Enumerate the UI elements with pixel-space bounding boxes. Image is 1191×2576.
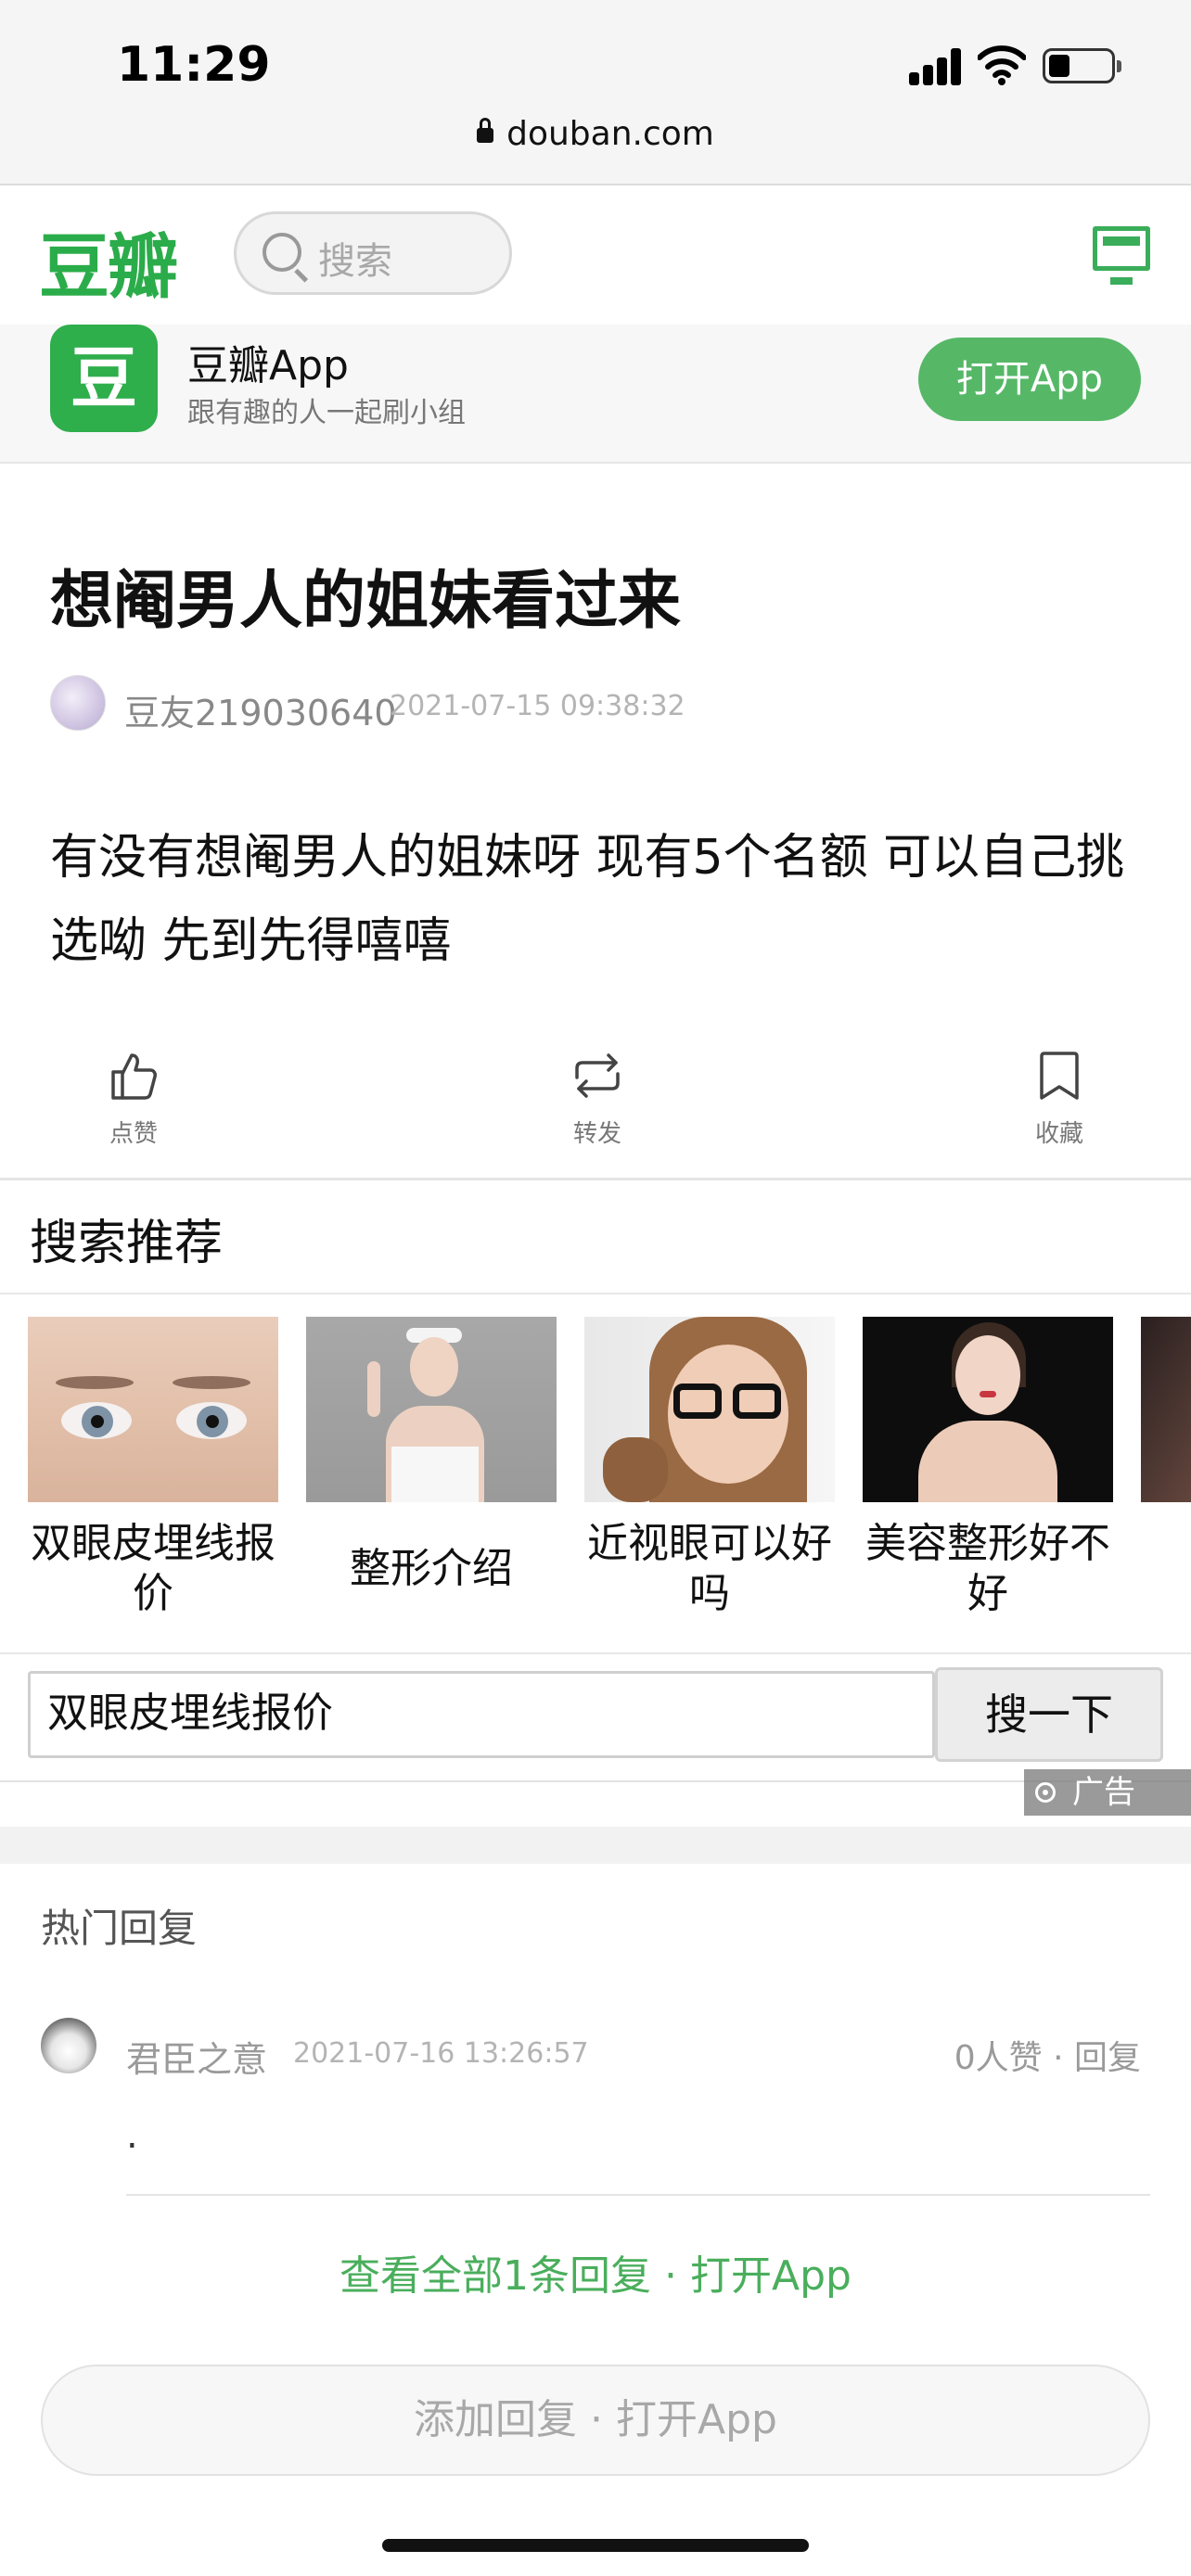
open-app-button[interactable]: 打开App bbox=[918, 338, 1141, 421]
search-input[interactable]: 搜索 bbox=[234, 211, 512, 295]
cellular-signal-icon bbox=[909, 48, 963, 85]
recommend-card[interactable]: 整形介绍 bbox=[306, 1317, 557, 1621]
recommend-caption: 近视眼可以好吗 bbox=[587, 1520, 832, 1617]
like-label: 点赞 bbox=[109, 1120, 158, 1148]
post-body: 有没有想阉男人的姐妹呀 现有5个名额 可以自己挑选呦 先到先得嘻嘻 bbox=[50, 830, 1125, 969]
recommend-card[interactable]: 双眼皮埋线报价 bbox=[28, 1317, 278, 1621]
search-submit-button[interactable]: 搜一下 bbox=[935, 1667, 1163, 1762]
reply-time: 2021-07-16 13:26:57 bbox=[293, 2037, 589, 2070]
home-indicator[interactable] bbox=[382, 2539, 809, 2552]
app-download-banner: 豆 豆瓣App 跟有趣的人一起刷小组 打开App bbox=[0, 325, 1191, 464]
recommend-card[interactable] bbox=[1141, 1317, 1191, 1502]
recommend-card[interactable]: 近视眼可以好吗 bbox=[584, 1317, 835, 1621]
reply-body: . bbox=[126, 2114, 138, 2157]
thumbs-up-icon bbox=[111, 1053, 157, 1100]
recommend-card[interactable]: 美容整形好不好 bbox=[863, 1317, 1113, 1621]
douban-app-icon: 豆 bbox=[50, 325, 158, 432]
status-bar: 11:29 douban.com bbox=[0, 0, 1191, 185]
wifi-icon bbox=[978, 45, 1026, 85]
search-recommend-carousel[interactable]: 双眼皮埋线报价 整形介绍 近视眼可以好吗 美容整形好不好 bbox=[0, 1317, 1191, 1623]
reply-avatar[interactable] bbox=[41, 2018, 96, 2073]
battery-icon bbox=[1043, 48, 1121, 83]
url-text: douban.com bbox=[506, 115, 714, 153]
app-tagline: 跟有趣的人一起刷小组 bbox=[187, 397, 466, 429]
like-button[interactable]: 点赞 bbox=[78, 1048, 189, 1149]
woman-portrait-image bbox=[306, 1317, 557, 1502]
app-name: 豆瓣App bbox=[187, 342, 349, 389]
view-all-replies-link[interactable]: 查看全部1条回复 · 打开App bbox=[0, 2242, 1191, 2302]
divider bbox=[0, 1178, 1191, 1180]
divider bbox=[126, 2194, 1150, 2196]
reply-author[interactable]: 君臣之意 bbox=[126, 2031, 267, 2082]
recommend-caption: 双眼皮埋线报价 bbox=[31, 1520, 275, 1617]
douban-logo[interactable]: 豆瓣 bbox=[39, 210, 178, 312]
repost-label: 转发 bbox=[572, 1120, 621, 1148]
hot-replies-title: 热门回复 bbox=[41, 1906, 198, 1951]
search-icon bbox=[263, 233, 301, 272]
author-avatar[interactable] bbox=[50, 675, 106, 731]
reply-like-reply-link[interactable]: 0人赞 · 回复 bbox=[954, 2031, 1141, 2079]
post-actions: 点赞 转发 收藏 bbox=[0, 1039, 1191, 1178]
search-recommend-title: 搜索推荐 bbox=[30, 1216, 224, 1271]
ad-choices-icon bbox=[1035, 1782, 1056, 1803]
woman-beauty-image bbox=[863, 1317, 1113, 1502]
ad-label: 广告 bbox=[1072, 1774, 1135, 1811]
add-reply-button[interactable]: 添加回复 · 打开App bbox=[41, 2365, 1150, 2476]
address-bar[interactable]: douban.com bbox=[0, 115, 1191, 153]
site-header: 豆瓣 搜索 bbox=[0, 185, 1191, 325]
hair-image bbox=[1141, 1317, 1191, 1502]
divider bbox=[0, 1652, 1191, 1654]
divider bbox=[0, 1293, 1191, 1294]
recommend-caption: 整形介绍 bbox=[350, 1545, 513, 1592]
desktop-version-icon[interactable] bbox=[1093, 226, 1150, 285]
status-time: 11:29 bbox=[117, 37, 271, 93]
ad-badge[interactable]: 广告 bbox=[1024, 1769, 1191, 1816]
author-name[interactable]: 豆友219030640 bbox=[124, 684, 397, 735]
post-title: 想阉男人的姐妹看过来 bbox=[50, 565, 682, 638]
recommend-caption: 美容整形好不好 bbox=[865, 1520, 1110, 1617]
woman-glasses-image bbox=[584, 1317, 835, 1502]
eyes-closeup-image bbox=[28, 1317, 278, 1502]
collect-button[interactable]: 收藏 bbox=[1004, 1048, 1115, 1149]
repost-icon bbox=[575, 1053, 620, 1098]
search-placeholder: 搜索 bbox=[318, 240, 392, 283]
lock-icon bbox=[477, 118, 494, 143]
repost-button[interactable]: 转发 bbox=[542, 1048, 653, 1149]
post-time: 2021-07-15 09:38:32 bbox=[390, 690, 685, 722]
recommend-search-input[interactable]: 双眼皮埋线报价 bbox=[28, 1671, 935, 1758]
section-separator bbox=[0, 1827, 1191, 1864]
divider bbox=[0, 1780, 1191, 1782]
bookmark-icon bbox=[1040, 1052, 1079, 1100]
collect-label: 收藏 bbox=[1034, 1120, 1083, 1148]
